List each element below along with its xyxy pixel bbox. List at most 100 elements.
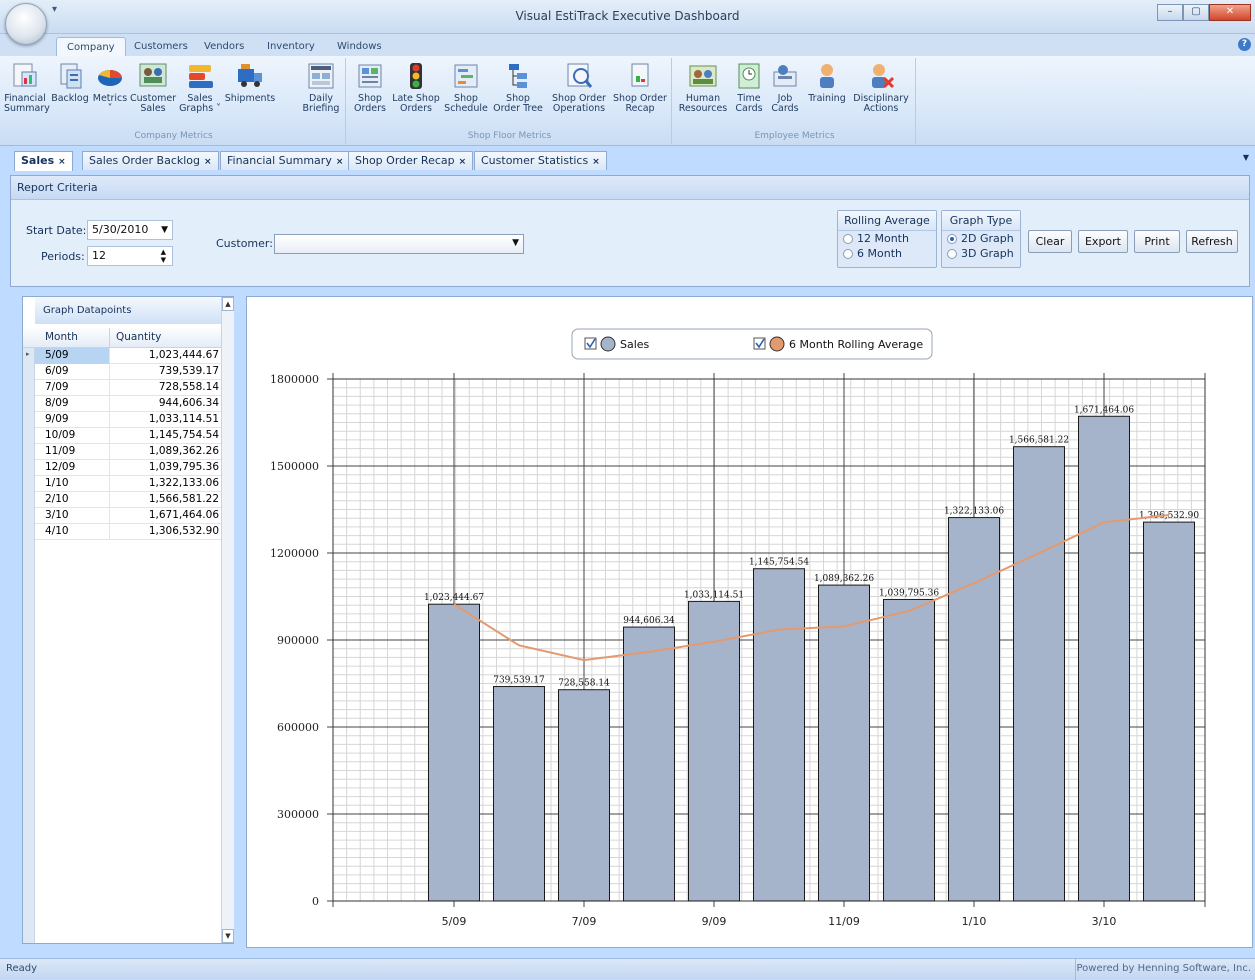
table-row[interactable]: 11/09 1,089,362.26 [35,444,221,460]
month-cell[interactable]: 9/09 [35,412,110,428]
table-row[interactable]: 3/10 1,671,464.06 [35,508,221,524]
periods-stepper[interactable]: 12 ▲ ▼ [87,246,173,266]
shop-schedule-button[interactable]: Shop Schedule [444,62,488,114]
tab-company[interactable]: Company [56,37,126,57]
month-cell[interactable]: 6/09 [35,364,110,380]
table-row[interactable]: 6/09 739,539.17 [35,364,221,380]
tab-list-dropdown-icon[interactable]: ▼ [1243,153,1249,162]
shop-order-tree-button[interactable]: Shop Order Tree [490,62,546,114]
table-row[interactable]: 10/09 1,145,754.54 [35,428,221,444]
scroll-down-icon[interactable]: ▼ [222,929,234,943]
radio-12-month[interactable]: 12 Month [838,231,936,246]
table-row[interactable]: 8/09 944,606.34 [35,396,221,412]
doc-tab-financial-summary[interactable]: Financial Summary × [220,151,351,170]
start-date-picker[interactable]: 5/30/2010 ▼ [87,220,173,240]
chevron-down-icon[interactable]: ▼ [512,238,519,248]
radio-2d-graph[interactable]: 2D Graph [942,231,1020,246]
daily-briefing-button[interactable]: Daily Briefing [298,62,344,114]
month-cell[interactable]: 1/10 [35,476,110,492]
print-button[interactable]: Print [1134,230,1180,253]
month-cell[interactable]: 7/09 [35,380,110,396]
month-cell[interactable]: 12/09 [35,460,110,476]
scroll-up-icon[interactable]: ▲ [222,297,234,311]
help-icon[interactable]: ? [1238,38,1251,51]
backlog-button[interactable]: Backlog [50,62,90,104]
report-criteria-panel: Report Criteria Start Date: 5/30/2010 ▼ P… [10,175,1250,287]
sales-graphs-button[interactable]: Sales Graphs ˅ [178,62,222,114]
month-cell[interactable]: 5/09 [35,348,110,364]
quantity-cell[interactable]: 1,322,133.06 [110,476,221,491]
month-cell[interactable]: 10/09 [35,428,110,444]
close-window-button[interactable]: ✕ [1209,4,1251,21]
close-tab-icon[interactable]: × [204,157,212,167]
shop-orders-button[interactable]: Shop Orders [352,62,388,114]
grid-vertical-scrollbar[interactable]: ▲ ▼ [221,297,234,943]
export-button[interactable]: Export [1078,230,1128,253]
table-row[interactable]: 7/09 728,558.14 [35,380,221,396]
month-cell[interactable]: 8/09 [35,396,110,412]
sales-bar [493,686,545,902]
quantity-cell[interactable]: 1,566,581.22 [110,492,221,507]
quantity-cell[interactable]: 1,145,754.54 [110,428,221,443]
bar-data-label: 1,039,795.36 [879,588,939,598]
maximize-button[interactable]: ▢ [1183,4,1209,21]
month-cell[interactable]: 2/10 [35,492,110,508]
table-row[interactable]: 4/10 1,306,532.90 [35,524,221,540]
close-tab-icon[interactable]: × [58,157,66,167]
disciplinary-actions-button[interactable]: Disciplinary Actions [850,62,912,114]
quantity-cell[interactable]: 728,558.14 [110,380,221,395]
quantity-cell[interactable]: 1,039,795.36 [110,460,221,475]
training-button[interactable]: Training [806,62,848,104]
customer-select[interactable]: ▼ [274,234,524,254]
metrics-button[interactable]: Metrics ˅ [92,62,128,114]
table-row[interactable]: 9/09 1,033,114.51 [35,412,221,428]
month-cell[interactable]: 11/09 [35,444,110,460]
clear-button[interactable]: Clear [1028,230,1072,253]
radio-6-month[interactable]: 6 Month [838,246,936,261]
time-cards-button[interactable]: Time Cards [732,62,766,114]
close-tab-icon[interactable]: × [592,157,600,167]
financial-summary-button[interactable]: Financial Summary [4,62,50,114]
refresh-button[interactable]: Refresh [1186,230,1238,253]
quantity-cell[interactable]: 1,306,532.90 [110,524,221,539]
late-shop-orders-button[interactable]: Late Shop Orders [392,62,440,114]
spinner-arrows-icon[interactable]: ▲ ▼ [161,248,166,264]
radio-3d-graph[interactable]: 3D Graph [942,246,1020,261]
doc-tab-shop-order-recap[interactable]: Shop Order Recap × [348,151,474,170]
application-menu-button[interactable] [5,3,47,45]
tab-inventory[interactable]: Inventory [257,37,325,57]
tab-customers[interactable]: Customers [124,37,198,57]
minimize-button[interactable]: – [1157,4,1183,21]
quantity-cell[interactable]: 944,606.34 [110,396,221,411]
tab-vendors[interactable]: Vendors [194,37,254,57]
shop-order-operations-button[interactable]: Shop Order Operations [548,62,610,114]
column-header-quantity[interactable]: Quantity [110,328,221,347]
close-tab-icon[interactable]: × [459,157,467,167]
quantity-cell[interactable]: 1,033,114.51 [110,412,221,427]
close-tab-icon[interactable]: × [336,157,344,167]
bar-data-label: 1,306,532.90 [1139,511,1199,521]
chevron-down-icon[interactable]: ▼ [161,221,168,239]
quantity-cell[interactable]: 1,023,444.67 [110,348,221,363]
row-indicator-column: ▸ [23,348,35,943]
radio-selected-icon [947,233,957,244]
table-row[interactable]: 2/10 1,566,581.22 [35,492,221,508]
shipments-button[interactable]: Shipments [222,62,278,104]
column-header-month[interactable]: Month [35,328,110,348]
tab-windows[interactable]: Windows [327,37,392,57]
month-cell[interactable]: 3/10 [35,508,110,524]
shop-order-recap-button[interactable]: Shop Order Recap [612,62,668,114]
human-resources-button[interactable]: Human Resources [678,62,728,114]
quantity-cell[interactable]: 1,671,464.06 [110,508,221,523]
quantity-cell[interactable]: 739,539.17 [110,364,221,379]
doc-tab-customer-statistics[interactable]: Customer Statistics × [474,151,607,170]
month-cell[interactable]: 4/10 [35,524,110,540]
doc-tab-sales-order-backlog[interactable]: Sales Order Backlog × [82,151,219,170]
table-row[interactable]: 5/09 1,023,444.67 [35,348,221,364]
doc-tab-sales[interactable]: Sales × [14,151,73,171]
table-row[interactable]: 12/09 1,039,795.36 [35,460,221,476]
customer-sales-button[interactable]: Customer Sales [130,62,176,114]
job-cards-button[interactable]: Job Cards [768,62,802,114]
quantity-cell[interactable]: 1,089,362.26 [110,444,221,459]
table-row[interactable]: 1/10 1,322,133.06 [35,476,221,492]
